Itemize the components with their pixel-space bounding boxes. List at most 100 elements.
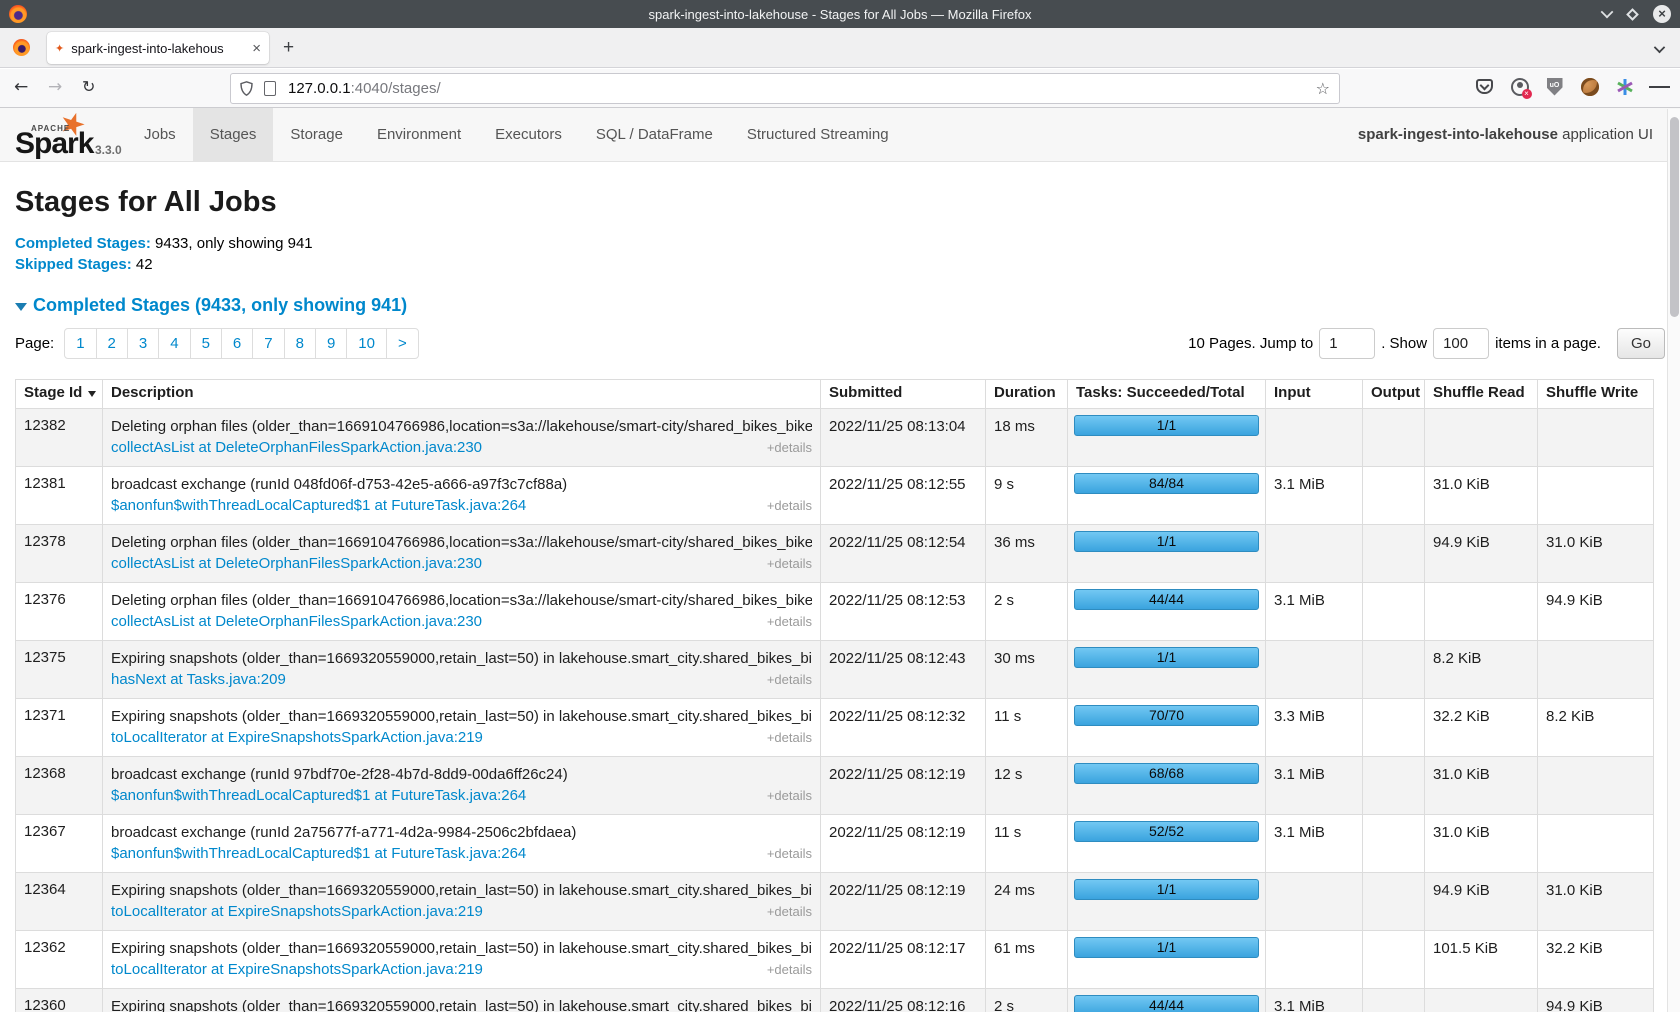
nav-item-jobs[interactable]: Jobs	[127, 108, 193, 161]
shuffle-read-cell: 94.9 KiB	[1425, 873, 1538, 931]
details-toggle[interactable]: +details	[767, 612, 812, 632]
page-button-8[interactable]: 8	[284, 328, 316, 359]
page-button-10[interactable]: 10	[346, 328, 387, 359]
items-per-page-input[interactable]	[1433, 328, 1489, 359]
forward-button[interactable]: →	[48, 77, 62, 97]
completed-stages-label[interactable]: Completed Stages:	[15, 235, 151, 252]
stage-description: Expiring snapshots (older_than=166932055…	[111, 707, 812, 727]
description-cell: Deleting orphan files (older_than=166910…	[103, 583, 821, 641]
details-toggle[interactable]: +details	[767, 670, 812, 690]
col-header-stage-id[interactable]: Stage Id	[16, 380, 103, 409]
stage-detail-link[interactable]: collectAsList at DeleteOrphanFilesSparkA…	[111, 554, 482, 574]
menu-hamburger-icon[interactable]	[1649, 76, 1670, 97]
stage-detail-link[interactable]: toLocalIterator at ExpireSnapshotsSparkA…	[111, 728, 483, 748]
submitted-cell: 2022/11/25 08:12:32	[821, 699, 986, 757]
stage-detail-link[interactable]: hasNext at Tasks.java:209	[111, 670, 286, 690]
url-bar[interactable]: 127.0.0.1:4040/stages/ ☆	[230, 73, 1340, 104]
col-header-output[interactable]: Output	[1363, 380, 1425, 409]
spark-brand-label: Spark	[15, 127, 93, 161]
col-header-input[interactable]: Input	[1266, 380, 1363, 409]
completed-stages-value: 9433, only showing 941	[151, 235, 313, 252]
page-button-9[interactable]: 9	[315, 328, 347, 359]
nav-item-sql-dataframe[interactable]: SQL / DataFrame	[579, 108, 730, 161]
page-button-2[interactable]: 2	[96, 328, 128, 359]
tab-close-icon[interactable]: ×	[252, 40, 261, 57]
page-info-icon[interactable]	[264, 81, 276, 96]
firefox-view-icon[interactable]	[13, 39, 30, 56]
col-header-submitted[interactable]: Submitted	[821, 380, 986, 409]
next-page-button[interactable]: >	[386, 328, 419, 359]
page-button-7[interactable]: 7	[252, 328, 284, 359]
col-header-description[interactable]: Description	[103, 380, 821, 409]
stage-detail-link[interactable]: collectAsList at DeleteOrphanFilesSparkA…	[111, 438, 482, 458]
collapse-arrow-icon	[15, 303, 27, 311]
spark-logo[interactable]: ★ APACHE Spark 3.3.0	[15, 111, 125, 161]
stage-detail-link[interactable]: toLocalIterator at ExpireSnapshotsSparkA…	[111, 960, 483, 980]
stage-id-cell: 12368	[16, 757, 103, 815]
nav-item-structured-streaming[interactable]: Structured Streaming	[730, 108, 906, 161]
url-text[interactable]: 127.0.0.1:4040/stages/	[288, 80, 1316, 97]
col-header-tasks-succeeded-total[interactable]: Tasks: Succeeded/Total	[1068, 380, 1266, 409]
nav-item-storage[interactable]: Storage	[273, 108, 360, 161]
details-toggle[interactable]: +details	[767, 844, 812, 864]
page-button-5[interactable]: 5	[190, 328, 222, 359]
bookmark-star-icon[interactable]: ☆	[1316, 79, 1330, 98]
page-scrollbar[interactable]	[1667, 109, 1680, 1012]
page-button-4[interactable]: 4	[158, 328, 190, 359]
extension-asterisk-icon[interactable]	[1614, 76, 1635, 97]
page-button-1[interactable]: 1	[64, 328, 96, 359]
description-cell: broadcast exchange (runId 2a75677f-a771-…	[103, 815, 821, 873]
shuffle-read-cell	[1425, 409, 1538, 467]
details-toggle[interactable]: +details	[767, 554, 812, 574]
output-cell	[1363, 525, 1425, 583]
window-minimize-button[interactable]	[1601, 6, 1614, 19]
duration-cell: 12 s	[986, 757, 1068, 815]
details-toggle[interactable]: +details	[767, 438, 812, 458]
col-header-duration[interactable]: Duration	[986, 380, 1068, 409]
stage-detail-link[interactable]: collectAsList at DeleteOrphanFilesSparkA…	[111, 612, 482, 632]
list-all-tabs-icon[interactable]	[1654, 42, 1665, 53]
scrollbar-thumb[interactable]	[1670, 117, 1679, 317]
details-toggle[interactable]: +details	[767, 786, 812, 806]
details-toggle[interactable]: +details	[767, 496, 812, 516]
input-cell: 3.1 MiB	[1266, 757, 1363, 815]
window-close-button[interactable]: ×	[1653, 5, 1671, 23]
browser-tab[interactable]: ✦ spark-ingest-into-lakehous ×	[47, 32, 269, 64]
reload-button[interactable]: ↻	[82, 77, 95, 96]
page-button-3[interactable]: 3	[127, 328, 159, 359]
shuffle-write-cell: 8.2 KiB	[1538, 699, 1654, 757]
col-header-shuffle-read[interactable]: Shuffle Read	[1425, 380, 1538, 409]
stage-id-cell: 12382	[16, 409, 103, 467]
nav-item-stages[interactable]: Stages	[193, 108, 274, 161]
nav-item-environment[interactable]: Environment	[360, 108, 478, 161]
completed-stages-section-toggle[interactable]: Completed Stages (9433, only showing 941…	[15, 295, 1680, 316]
account-icon[interactable]	[1509, 76, 1530, 97]
cookie-extension-icon[interactable]	[1579, 76, 1600, 97]
jump-to-page-input[interactable]	[1319, 328, 1375, 359]
skipped-stages-label[interactable]: Skipped Stages:	[15, 256, 132, 273]
stage-detail-link[interactable]: $anonfun$withThreadLocalCaptured$1 at Fu…	[111, 786, 526, 806]
window-maximize-button[interactable]	[1626, 8, 1639, 21]
pocket-icon[interactable]	[1474, 76, 1495, 97]
ublock-shield-icon[interactable]: uO	[1544, 76, 1565, 97]
stage-table-row: 12364 Expiring snapshots (older_than=166…	[16, 873, 1654, 931]
output-cell	[1363, 815, 1425, 873]
details-toggle[interactable]: +details	[767, 902, 812, 922]
table-header-row: Stage IdDescriptionSubmittedDurationTask…	[16, 380, 1654, 409]
nav-item-executors[interactable]: Executors	[478, 108, 579, 161]
details-toggle[interactable]: +details	[767, 960, 812, 980]
back-button[interactable]: ←	[14, 77, 28, 97]
details-toggle[interactable]: +details	[767, 728, 812, 748]
stage-detail-link[interactable]: $anonfun$withThreadLocalCaptured$1 at Fu…	[111, 844, 526, 864]
output-cell	[1363, 641, 1425, 699]
duration-cell: 2 s	[986, 989, 1068, 1012]
stage-detail-link[interactable]: toLocalIterator at ExpireSnapshotsSparkA…	[111, 902, 483, 922]
tasks-progress-bar: 44/44	[1074, 995, 1259, 1012]
page-button-6[interactable]: 6	[221, 328, 253, 359]
new-tab-button[interactable]: +	[283, 38, 294, 58]
go-button[interactable]: Go	[1617, 328, 1665, 359]
tracking-shield-icon[interactable]	[240, 81, 253, 96]
stage-table-row: 12371 Expiring snapshots (older_than=166…	[16, 699, 1654, 757]
col-header-shuffle-write[interactable]: Shuffle Write	[1538, 380, 1654, 409]
stage-detail-link[interactable]: $anonfun$withThreadLocalCaptured$1 at Fu…	[111, 496, 526, 516]
